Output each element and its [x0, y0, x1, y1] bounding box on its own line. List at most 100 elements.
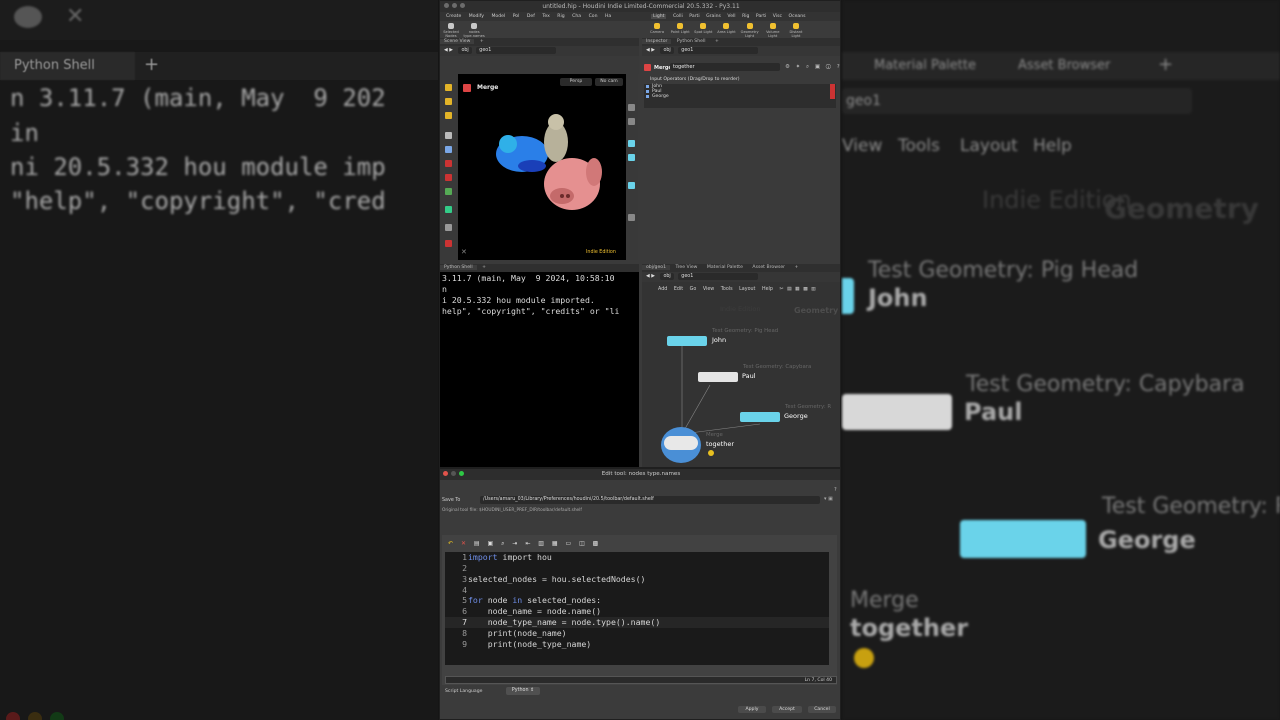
ghost-icon[interactable] [628, 182, 635, 189]
node-john[interactable] [667, 336, 707, 346]
indent-icon[interactable]: ⇥ [512, 540, 520, 547]
path-geo[interactable]: geo1 [476, 47, 557, 54]
node-name-field[interactable]: together [670, 63, 780, 71]
tool-camera[interactable]: Camera [646, 23, 668, 34]
shelf-tab[interactable]: Visc [773, 14, 782, 19]
tool-distant-light[interactable]: Distant Light [785, 23, 807, 38]
node-george[interactable] [740, 412, 780, 422]
shelf-tab[interactable]: Oceans [788, 14, 805, 19]
back-icon[interactable]: ◀ ▶ [646, 48, 655, 53]
shading-icon[interactable] [628, 140, 635, 147]
perspective-menu[interactable]: Persp [560, 78, 592, 86]
tab-scene-view[interactable]: Scene View [440, 39, 475, 44]
shelf-tab[interactable]: Rig [557, 14, 564, 19]
tool-area-light[interactable]: Area Light [715, 23, 737, 34]
display-icon[interactable] [628, 104, 635, 111]
accept-button[interactable]: Accept [772, 706, 802, 713]
path-obj[interactable]: obj [660, 47, 674, 54]
pose-icon[interactable] [445, 174, 452, 181]
copy-icon[interactable]: ▤ [474, 540, 483, 547]
snapshot-icon[interactable] [628, 214, 635, 221]
shelf-tab[interactable]: Def [527, 14, 535, 19]
tab-python-shell[interactable]: Python Shell [440, 265, 477, 270]
3d-viewport[interactable]: Merge Persp No cam Indie Edition ✕ [458, 74, 626, 260]
record-icon[interactable] [445, 240, 452, 247]
tab-python-shell[interactable]: Python Shell [673, 39, 710, 44]
tab-obj-geo1[interactable]: obj/geo1 [642, 265, 671, 270]
shelf-tab[interactable]: Cha [572, 14, 581, 19]
back-icon[interactable]: ◀ ▶ [646, 274, 655, 279]
settings-icon[interactable]: ▩ [593, 540, 602, 547]
script-editor[interactable]: 1 import import hou 2 3 selected_nodes =… [445, 552, 829, 665]
dialog-window-controls[interactable] [443, 469, 467, 480]
window-controls[interactable] [444, 1, 468, 12]
shelf-tab[interactable]: Model [491, 14, 505, 19]
select-tool-icon[interactable] [445, 84, 452, 91]
move-tool-icon[interactable] [445, 98, 452, 105]
shelf-tab[interactable]: Tex [542, 14, 550, 19]
save-to-menu-icon[interactable]: ▾ ▣ [824, 496, 833, 502]
network-editor[interactable]: Add Edit Go View Tools Layout Help ✂ ▤ ▦… [642, 282, 840, 467]
tool-volume-light[interactable]: Volume Light [762, 23, 784, 38]
shelf-tab[interactable]: Grains [706, 14, 721, 19]
save-to-field[interactable]: /Users/amaru_03/Library/Preferences/houd… [480, 496, 820, 504]
wireframe-icon[interactable] [628, 154, 635, 161]
apply-button[interactable]: Apply [738, 706, 766, 713]
find-icon[interactable]: ⌕ [501, 540, 507, 547]
path-obj[interactable]: obj [660, 273, 674, 280]
input-operators-list[interactable]: John Paul George [644, 84, 836, 108]
shelf-tab[interactable]: Con [589, 14, 598, 19]
tool-spot-light[interactable]: Spot Light [692, 23, 714, 34]
tool-point-light[interactable]: Point Light [669, 23, 691, 34]
add-tab-icon[interactable]: + [476, 39, 488, 44]
shelf-tab[interactable]: Ha [605, 14, 611, 19]
lock-icon[interactable] [628, 118, 635, 125]
node-together[interactable] [664, 436, 698, 450]
tab-tree-view[interactable]: Tree View [672, 265, 702, 270]
comment-icon[interactable]: ▥ [538, 540, 547, 547]
python-shell-output[interactable]: 3.11.7 (main, May 9 2024, 10:58:10 n i 2… [440, 272, 639, 467]
path-geo[interactable]: geo1 [678, 47, 759, 54]
speech-icon[interactable]: ▭ [565, 540, 574, 547]
tab-material-palette[interactable]: Material Palette [703, 265, 747, 270]
shelf-tab[interactable]: Rig [742, 14, 749, 19]
paint-icon[interactable] [445, 188, 452, 195]
tool-nodes-type-names[interactable]: nodes type.names [463, 23, 485, 38]
cancel-button[interactable]: Cancel [808, 706, 836, 713]
outdent-icon[interactable]: ⇤ [525, 540, 533, 547]
shelf-tab[interactable]: Pol [513, 14, 520, 19]
camera-menu[interactable]: No cam [595, 78, 623, 86]
tab-inspector[interactable]: Inspector [642, 39, 672, 44]
add-tab-icon[interactable]: + [478, 265, 490, 270]
shelf-tab[interactable]: Colli [673, 14, 683, 19]
view-tool-icon[interactable] [445, 146, 452, 153]
tab-asset-browser[interactable]: Asset Browser [748, 265, 789, 270]
cut-icon[interactable]: ✕ [461, 540, 469, 547]
chat-icon[interactable]: ◫ [579, 540, 588, 547]
add-tab-icon[interactable]: + [791, 265, 803, 270]
tool-geometry-light[interactable]: Geometry Light [739, 23, 761, 38]
shelf-tab[interactable]: Create [446, 14, 461, 19]
shelf-tab[interactable]: Light [651, 14, 667, 19]
help-icon[interactable]: ? [834, 487, 837, 493]
snap-icon[interactable] [445, 206, 452, 213]
shelf-tab[interactable]: Parti [756, 14, 766, 19]
path-geo[interactable]: geo1 [678, 273, 759, 280]
tool-selected-nodes[interactable]: Selected Nodes [440, 23, 462, 38]
path-obj[interactable]: obj [458, 47, 472, 54]
back-icon[interactable]: ◀ ▶ [444, 48, 453, 53]
shelf-tab[interactable]: Vell [727, 14, 735, 19]
handle-icon[interactable] [445, 160, 452, 167]
param-toolbar-icons[interactable]: ⚙ ✦ ⌕ ▣ ⓘ ? [785, 64, 840, 71]
input-operator-item[interactable]: George [644, 94, 836, 99]
node-paul[interactable] [698, 372, 738, 382]
shelf-tab[interactable]: Modify [469, 14, 484, 19]
light-icon[interactable] [445, 224, 452, 231]
undo-icon[interactable]: ↶ [448, 540, 456, 547]
wrap-icon[interactable]: ▦ [552, 540, 561, 547]
add-tab-icon[interactable]: + [711, 39, 723, 44]
rotate-tool-icon[interactable] [445, 112, 452, 119]
shelf-tab[interactable]: Parti [689, 14, 699, 19]
pointer-icon[interactable] [445, 132, 452, 139]
script-language-select[interactable]: Python ⇕ [506, 687, 540, 695]
